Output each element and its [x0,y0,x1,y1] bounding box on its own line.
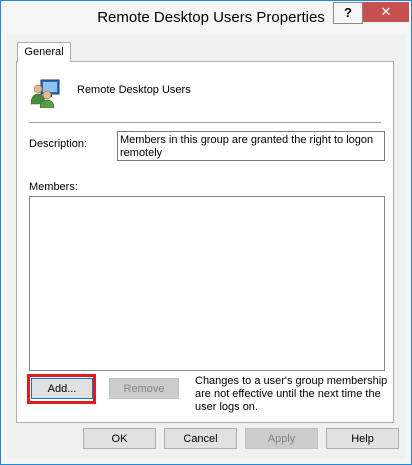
description-field[interactable]: Members in this group are granted the ri… [117,131,385,161]
add-button[interactable]: Add... [31,378,93,399]
description-label: Description: [29,138,88,150]
general-tab-panel: Remote Desktop Users Description: Member… [16,61,394,423]
help-title-button[interactable]: ? [333,2,363,24]
properties-dialog: Remote Desktop Users Properties ? ✕ Gene… [0,0,412,465]
separator [29,122,381,123]
dialog-client-area: General Remote Desktop Users Description… [7,35,405,459]
cancel-button[interactable]: Cancel [164,428,237,449]
membership-note: Changes to a user's group membership are… [195,375,388,413]
members-list[interactable] [29,196,385,371]
window-title: Remote Desktop Users Properties [97,9,325,26]
title-bar[interactable]: Remote Desktop Users Properties ? ✕ [1,1,411,35]
members-label: Members: [29,181,78,193]
help-button[interactable]: Help [326,428,399,449]
remove-button[interactable]: Remove [109,378,179,399]
ok-button[interactable]: OK [83,428,156,449]
apply-button[interactable]: Apply [245,428,318,449]
tab-general[interactable]: General [17,42,71,62]
close-icon: ✕ [380,4,392,19]
group-name: Remote Desktop Users [77,84,191,96]
close-button[interactable]: ✕ [363,2,409,22]
users-group-icon [29,78,61,109]
